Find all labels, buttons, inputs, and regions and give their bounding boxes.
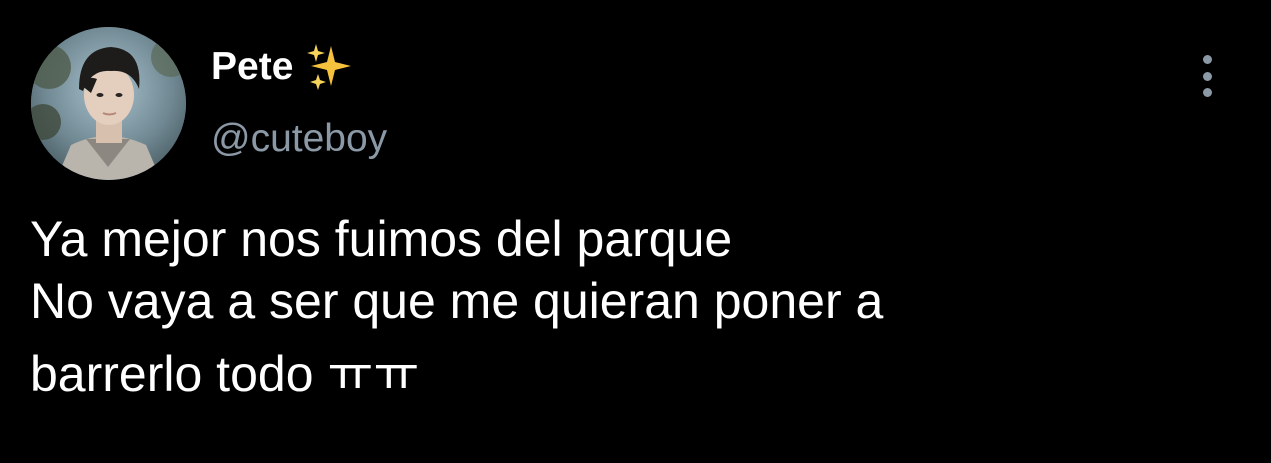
author-handle[interactable]: @cuteboy [211, 117, 387, 161]
avatar[interactable] [31, 27, 186, 180]
more-vertical-icon[interactable] [1193, 55, 1221, 97]
dot [1202, 55, 1212, 64]
tweet-line-1: Ya mejor nos fuimos del parque [30, 211, 733, 267]
tweet-card: Pete @cuteboy Ya mejor nos fuimos del pa… [0, 0, 1271, 463]
dot [1202, 71, 1212, 81]
tweet-line-2: No vaya a ser que me quieran poner a [30, 273, 884, 329]
author-name-row: Pete [211, 42, 355, 92]
sparkles-emoji [305, 42, 355, 92]
dot [1202, 88, 1212, 97]
tweet-line-3: barrerlo todo ㅠㅠ [30, 346, 420, 402]
tweet-text: Ya mejor nos fuimos del parque No vaya a… [30, 208, 1230, 405]
display-name[interactable]: Pete [211, 45, 293, 89]
